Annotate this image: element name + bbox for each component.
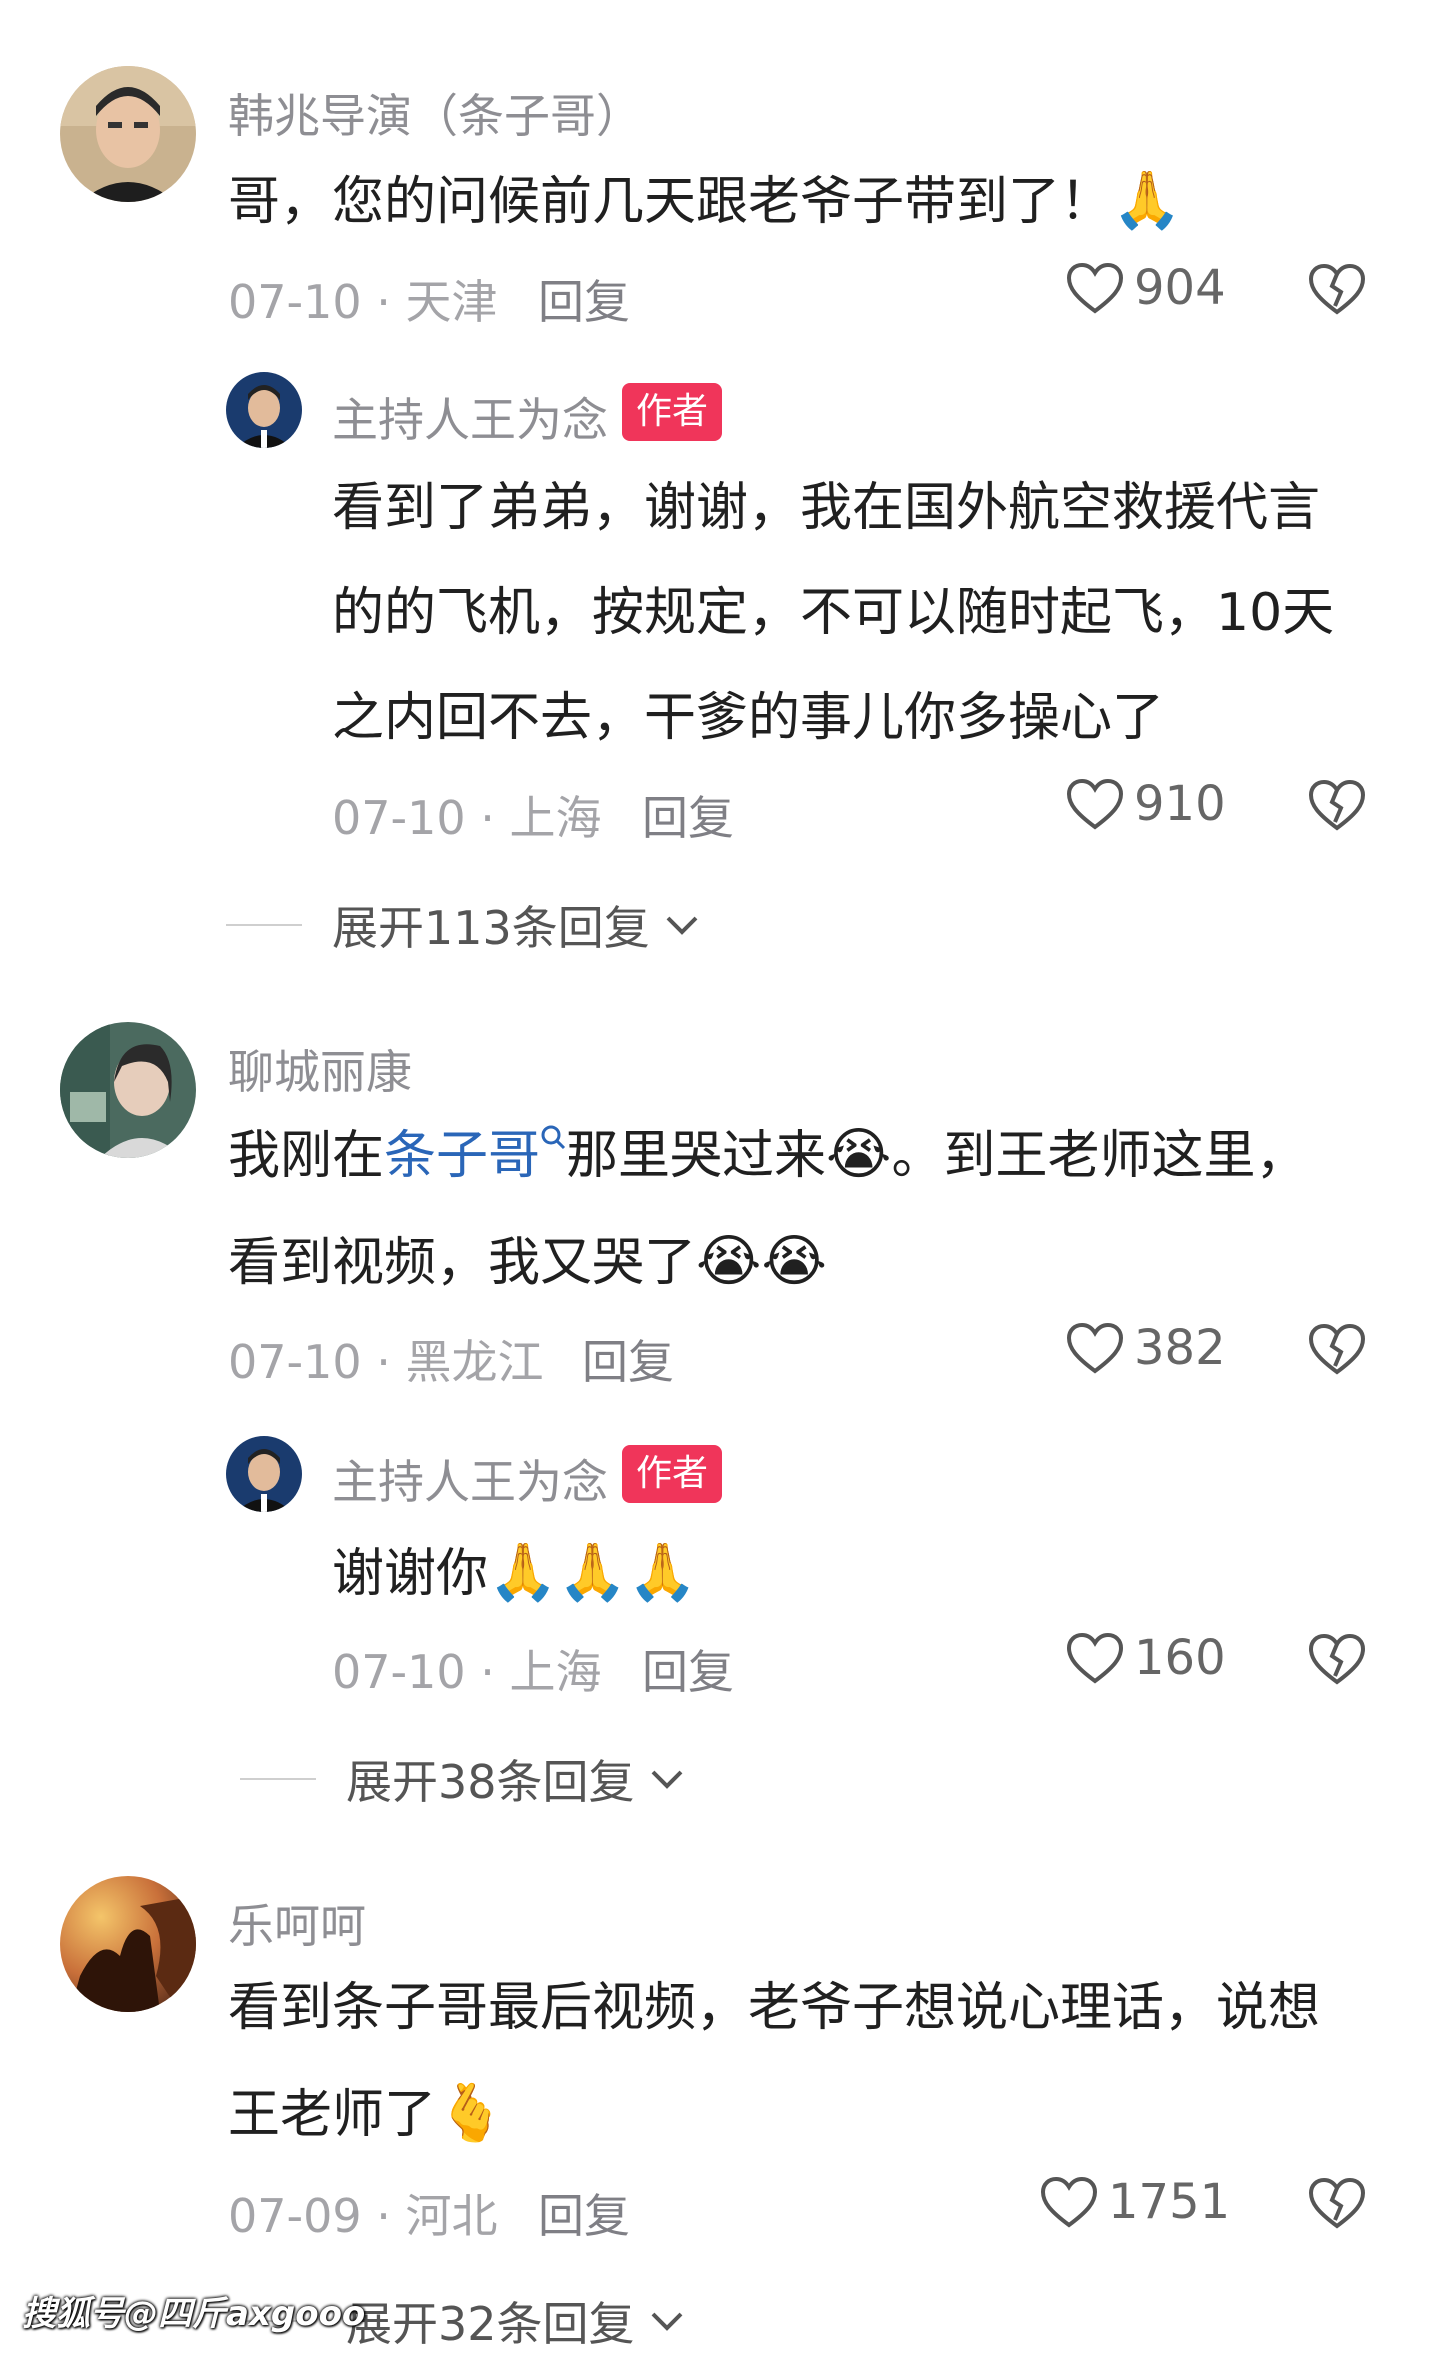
avatar-wangweinian[interactable] [226,1436,302,1512]
text-segment: 。到王老师这里， [891,1126,1308,1186]
heart-icon [1040,2176,1098,2228]
broken-heart-icon [1308,1323,1366,1375]
mention-link[interactable]: 条子哥 [384,1126,540,1186]
chevron-down-icon [651,1770,682,1789]
like-count: 382 [1134,1320,1226,1376]
dislike-button[interactable] [1308,778,1366,832]
dislike-button[interactable] [1308,1632,1366,1686]
username[interactable]: 乐呵呵 [228,1890,366,1956]
reply-text-line: 的的飞机，按规定，不可以随时起飞，10天 [332,583,1335,643]
comment-text: 我刚在条子哥 那里哭过来😭。到王老师这里， 看到视频，我又哭了😭😭 [228,1102,1378,1316]
author-badge: 作者 [622,383,723,441]
divider-line [226,924,302,926]
reply-text: 谢谢你🙏🙏🙏 [332,1520,697,1627]
pray-emoji-icon: 🙏🙏🙏 [488,1540,698,1605]
expand-replies-label: 展开113条回复 [332,901,650,955]
divider-line [240,1778,316,1780]
expand-replies-button[interactable]: 展开38条回复 [240,1746,689,1812]
dislike-button[interactable] [1308,2176,1366,2230]
avatar-hanzhao[interactable] [60,66,196,202]
comment-meta: 07-10 · 天津 [228,275,498,329]
text-segment: 王老师了 [228,2085,437,2145]
avatar-wangweinian[interactable] [226,372,302,448]
heart-icon [1066,1632,1124,1684]
comment-text-line: 看到视频，我又哭了😭😭 [228,1209,1378,1316]
reply-text: 看到了弟弟，谢谢，我在国外航空救援代言 的的飞机，按规定，不可以随时起飞，10天… [332,456,1392,771]
username[interactable]: 主持人王为念 [332,1446,608,1512]
dislike-button[interactable] [1308,1322,1366,1376]
reply-button[interactable]: 回复 [642,1636,734,1702]
heart-icon [1066,1322,1124,1374]
reply-text-line: 看到了弟弟，谢谢，我在国外航空救援代言 [332,478,1321,538]
chevron-down-icon [651,2312,682,2331]
pray-emoji-icon: 🙏 [1112,168,1182,233]
heart-icon [1066,778,1124,830]
comment-meta: 07-09 · 河北 [228,2189,498,2243]
like-button[interactable]: 910 [1066,776,1226,832]
reply-meta: 07-10 · 上海 [332,1645,602,1699]
comment-text-line: 看到条子哥最后视频，老爷子想说心理话，说想 [228,1978,1321,2038]
chevron-down-icon [666,916,698,935]
text-segment: 我刚在 [228,1126,385,1186]
author-badge: 作者 [622,1445,723,1503]
broken-heart-icon [1308,263,1366,315]
like-count: 904 [1134,260,1226,316]
like-button[interactable]: 382 [1066,1320,1226,1376]
comment-text: 看到条子哥最后视频，老爷子想说心理话，说想 王老师了🫰 [228,1956,1388,2168]
search-icon [541,1125,566,1150]
like-count: 160 [1134,1630,1226,1686]
comment-text-line: 王老师了🫰 [228,2061,1388,2168]
avatar-lehehe[interactable] [60,1876,196,2012]
broken-heart-icon [1308,779,1366,831]
expand-replies-label: 展开38条回复 [346,1755,635,1809]
username[interactable]: 韩兆导演（条子哥） [228,80,642,146]
reply-button[interactable]: 回复 [582,1326,674,1392]
comment-text-line: 我刚在条子哥 那里哭过来😭。到王老师这里， [228,1102,1378,1209]
watermark: 搜狐号@四斤axgooo [22,2294,366,2334]
reply-button[interactable]: 回复 [538,2180,630,2246]
finger-heart-emoji-icon: 🫰 [436,2081,506,2146]
heart-icon [1066,262,1124,314]
dislike-button[interactable] [1308,262,1366,316]
username[interactable]: 聊城丽康 [228,1036,412,1102]
like-count: 910 [1134,776,1226,832]
expand-replies-label: 展开32条回复 [346,2297,635,2351]
reply-button[interactable]: 回复 [642,782,734,848]
like-count: 1751 [1108,2174,1231,2230]
comment-text: 哥，您的问候前几天跟老爷子带到了！🙏 [228,148,1182,255]
crying-emoji-icon: 😭 [696,1229,762,1294]
reply-meta: 07-10 · 上海 [332,791,602,845]
avatar-liaocheng[interactable] [60,1022,196,1158]
reply-text-body: 谢谢你 [332,1544,489,1604]
expand-replies-button[interactable]: 展开113条回复 [226,892,704,958]
comment-text-body: 哥，您的问候前几天跟老爷子带到了！ [228,172,1113,232]
text-segment: 看到视频，我又哭了 [228,1233,697,1293]
comment-meta: 07-10 · 黑龙江 [228,1335,544,1389]
reply-button[interactable]: 回复 [538,266,630,332]
crying-emoji-icon: 😭 [826,1122,892,1187]
crying-emoji-icon: 😭 [761,1229,827,1294]
like-button[interactable]: 1751 [1040,2174,1230,2230]
broken-heart-icon [1308,2177,1366,2229]
text-segment: 那里哭过来 [566,1126,827,1186]
reply-text-line: 之内回不去，干爹的事儿你多操心了 [332,688,1165,748]
like-button[interactable]: 904 [1066,260,1226,316]
like-button[interactable]: 160 [1066,1630,1226,1686]
username[interactable]: 主持人王为念 [332,384,608,450]
broken-heart-icon [1308,1633,1366,1685]
